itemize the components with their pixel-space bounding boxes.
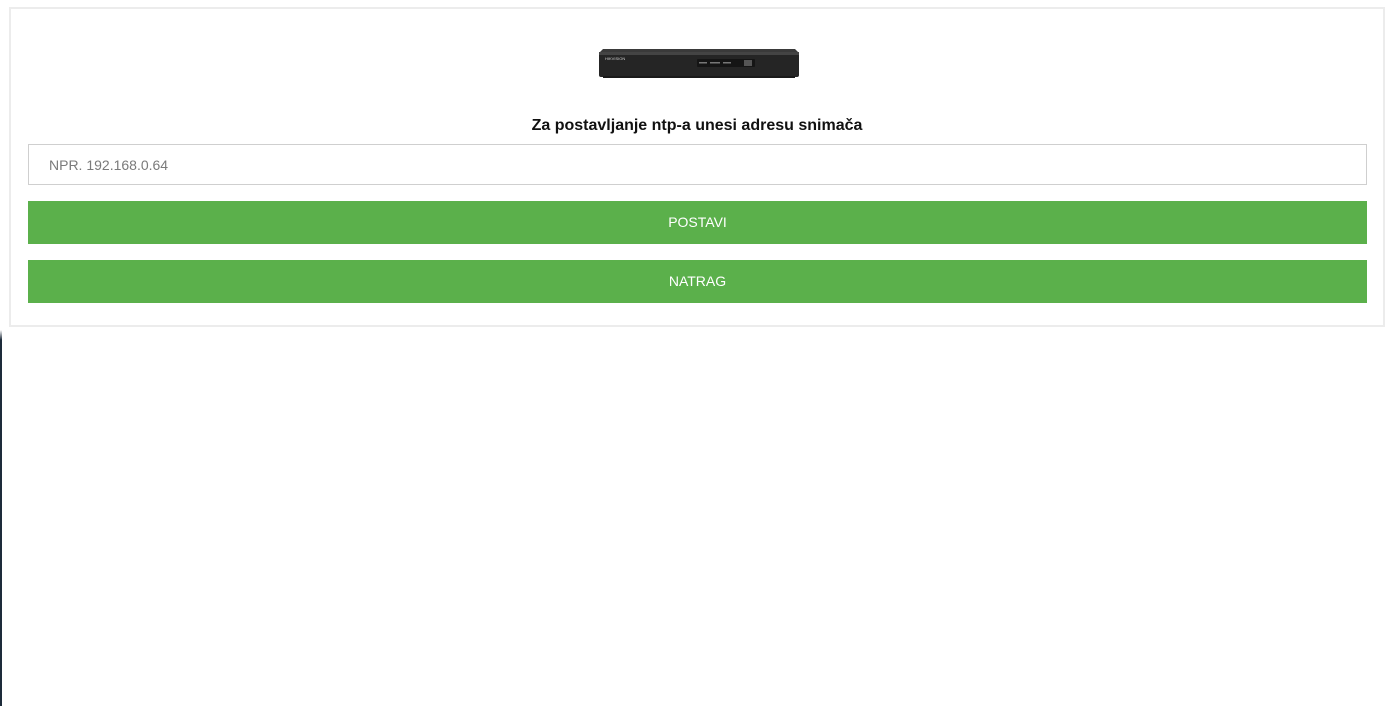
window-left-edge xyxy=(0,0,2,706)
ntp-setup-card: HIKVISION Za postavljanje ntp-a unesi ad… xyxy=(9,7,1385,327)
postavi-button[interactable]: POSTAVI xyxy=(28,201,1367,244)
natrag-button[interactable]: NATRAG xyxy=(28,260,1367,303)
dvr-device-image: HIKVISION xyxy=(599,43,799,79)
page-heading: Za postavljanje ntp-a unesi adresu snima… xyxy=(531,117,863,134)
dvr-brand-text: HIKVISION xyxy=(605,56,625,61)
recorder-address-input[interactable] xyxy=(28,144,1367,185)
